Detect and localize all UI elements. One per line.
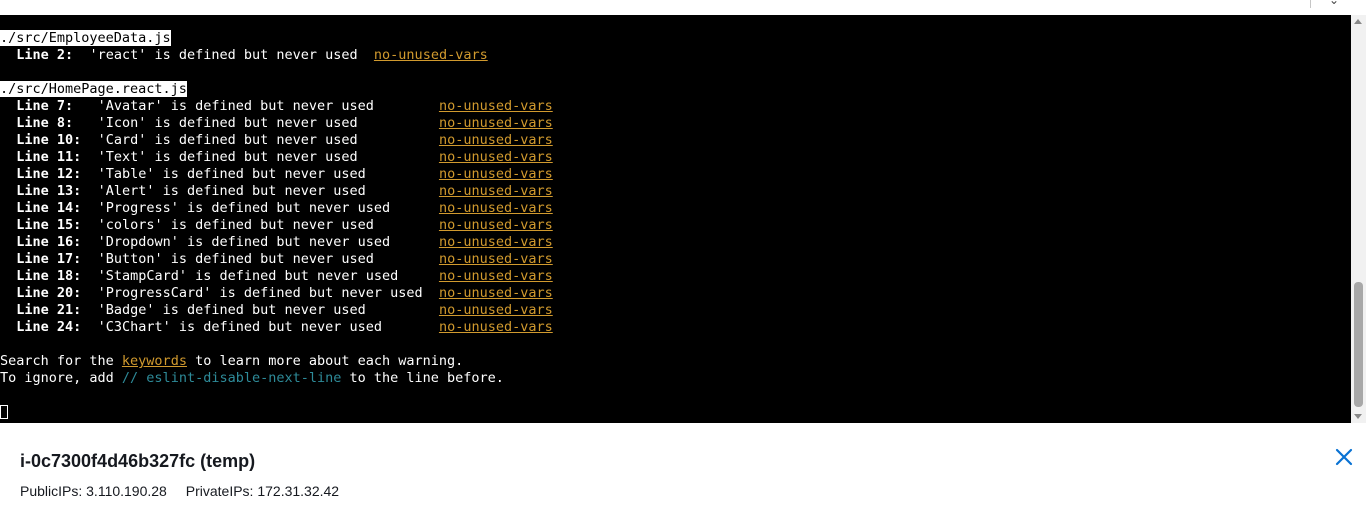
rule-link[interactable]: no-unused-vars [439, 166, 553, 182]
warning-message: 'Text' is defined but never used [97, 149, 358, 165]
warning-message: 'Button' is defined but never used [97, 251, 374, 267]
private-ip-label: PrivateIPs: [185, 483, 254, 499]
search-hint-prefix: Search for the [0, 353, 122, 369]
rule-link[interactable]: no-unused-vars [374, 47, 488, 63]
warning-message: 'Table' is defined but never used [97, 166, 366, 182]
warning-row: Line 20: 'ProgressCard' is defined but n… [0, 285, 553, 302]
instance-info-panel: i-0c7300f4d46b327fc (temp) PublicIPs: 3.… [0, 423, 1366, 508]
warning-row: Line 11: 'Text' is defined but never use… [0, 149, 553, 166]
ignore-hint-line: To ignore, add // eslint-disable-next-li… [0, 370, 553, 387]
warning-message: 'Card' is defined but never used [97, 132, 358, 148]
rule-link[interactable]: no-unused-vars [439, 98, 553, 114]
search-hint-suffix: to learn more about each warning. [186, 353, 464, 369]
warning-message: 'C3Chart' is defined but never used [97, 319, 383, 335]
warning-row: Line 2: 'react' is defined but never use… [0, 47, 553, 64]
warning-row: Line 17: 'Button' is defined but never u… [0, 251, 553, 268]
warning-message: 'Dropdown' is defined but never used [97, 234, 391, 250]
rule-link[interactable]: no-unused-vars [439, 319, 553, 335]
file-header: ./src/HomePage.react.js [0, 81, 553, 98]
rule-link[interactable]: no-unused-vars [439, 251, 553, 267]
warning-message: 'colors' is defined but never used [97, 217, 374, 233]
warning-message: 'Avatar' is defined but never used [97, 98, 374, 114]
close-button[interactable] [1334, 447, 1354, 467]
warning-row: Line 24: 'C3Chart' is defined but never … [0, 319, 553, 336]
public-ip-label: PublicIPs: [20, 483, 83, 499]
warning-line-number: Line 2: [16, 47, 74, 63]
file-path: ./src/EmployeeData.js [0, 30, 171, 46]
warning-message: 'Alert' is defined but never used [97, 183, 366, 199]
scrollbar-thumb[interactable] [1354, 282, 1363, 407]
warning-line-number: Line 16: [16, 234, 82, 250]
public-ip-value: 3.110.190.28 [86, 483, 167, 499]
warning-message: 'Badge' is defined but never used [97, 302, 366, 318]
rule-link[interactable]: no-unused-vars [439, 268, 553, 284]
rule-link[interactable]: no-unused-vars [439, 234, 553, 250]
warning-line-number: Line 17: [16, 251, 82, 267]
rule-link[interactable]: no-unused-vars [439, 217, 553, 233]
warning-row: Line 18: 'StampCard' is defined but neve… [0, 268, 553, 285]
warning-row: Line 8: 'Icon' is defined but never used… [0, 115, 553, 132]
rule-link[interactable]: no-unused-vars [439, 200, 553, 216]
warning-row: Line 21: 'Badge' is defined but never us… [0, 302, 553, 319]
warning-row: Line 7: 'Avatar' is defined but never us… [0, 98, 553, 115]
warning-line-number: Line 15: [16, 217, 82, 233]
terminal-scrollbar[interactable] [1351, 15, 1366, 423]
warning-row: Line 16: 'Dropdown' is defined but never… [0, 234, 553, 251]
rule-link[interactable]: no-unused-vars [439, 285, 553, 301]
warning-list: Line 7: 'Avatar' is defined but never us… [0, 98, 553, 336]
warning-line-number: Line 7: [16, 98, 74, 114]
warning-line-number: Line 13: [16, 183, 82, 199]
rule-link[interactable]: no-unused-vars [439, 115, 553, 131]
close-icon [1335, 448, 1353, 466]
instance-ip-info: PublicIPs: 3.110.190.28 PrivateIPs: 172.… [20, 483, 339, 499]
warning-line-number: Line 12: [16, 166, 82, 182]
instance-title: i-0c7300f4d46b327fc (temp) [20, 451, 256, 471]
scroll-down-icon[interactable] [1354, 414, 1362, 419]
search-hint-line: Search for the keywords to learn more ab… [0, 353, 553, 370]
terminal-cursor [0, 405, 8, 419]
warning-line-number: Line 20: [16, 285, 82, 301]
warning-list: Line 2: 'react' is defined but never use… [0, 47, 553, 64]
warning-row: Line 13: 'Alert' is defined but never us… [0, 183, 553, 200]
keywords-link[interactable]: keywords [122, 353, 187, 369]
warning-row: Line 12: 'Table' is defined but never us… [0, 166, 553, 183]
warning-row: Line 10: 'Card' is defined but never use… [0, 132, 553, 149]
warning-message: 'ProgressCard' is defined but never used [97, 285, 423, 301]
file-path: ./src/HomePage.react.js [0, 81, 187, 97]
eslint-disable-comment: // eslint-disable-next-line [121, 370, 342, 386]
toolbar-divider [1310, 0, 1311, 8]
warning-line-number: Line 18: [16, 268, 82, 284]
warning-line-number: Line 24: [16, 319, 82, 335]
terminal-output[interactable]: ./src/EmployeeData.js Line 2: 'react' is… [0, 15, 1351, 423]
file-header: ./src/EmployeeData.js [0, 30, 553, 47]
warning-message: 'Icon' is defined but never used [97, 115, 358, 131]
rule-link[interactable]: no-unused-vars [439, 132, 553, 148]
warning-row: Line 15: 'colors' is defined but never u… [0, 217, 553, 234]
ignore-hint-suffix: to the line before. [341, 370, 504, 386]
warning-line-number: Line 8: [16, 115, 74, 131]
warning-row: Line 14: 'Progress' is defined but never… [0, 200, 553, 217]
prompt-line [0, 404, 553, 421]
rule-link[interactable]: no-unused-vars [439, 149, 553, 165]
warning-line-number: Line 10: [16, 132, 82, 148]
warning-line-number: Line 14: [16, 200, 82, 216]
rule-link[interactable]: no-unused-vars [439, 302, 553, 318]
ignore-hint-prefix: To ignore, add [0, 370, 122, 386]
private-ip-value: 172.31.32.42 [257, 483, 340, 499]
rule-link[interactable]: no-unused-vars [439, 183, 553, 199]
warning-message: 'StampCard' is defined but never used [97, 268, 399, 284]
terminal-content: ./src/EmployeeData.js Line 2: 'react' is… [0, 30, 553, 421]
warning-line-number: Line 21: [16, 302, 82, 318]
warning-message: 'react' is defined but never used [89, 47, 358, 63]
warning-message: 'Progress' is defined but never used [97, 200, 391, 216]
top-toolbar-strip: ⌄ [0, 0, 1366, 16]
scroll-up-icon[interactable] [1354, 19, 1362, 24]
warning-line-number: Line 11: [16, 149, 82, 165]
chevron-down-icon[interactable]: ⌄ [1329, 0, 1339, 7]
